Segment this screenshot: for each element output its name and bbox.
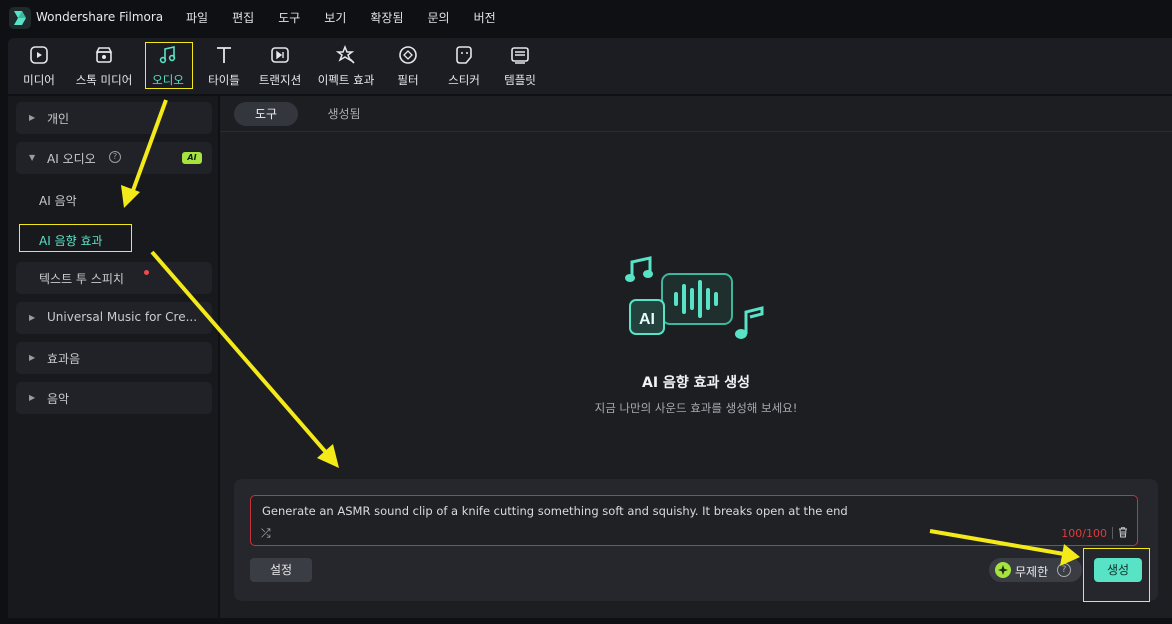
menu-extensions[interactable]: 확장됨	[370, 9, 403, 26]
new-indicator-dot	[144, 270, 149, 275]
generate-button[interactable]: 생성	[1094, 558, 1142, 582]
prompt-panel: Generate an ASMR sound clip of a knife c…	[234, 479, 1158, 601]
transition-icon	[271, 47, 289, 63]
help-icon[interactable]: ?	[109, 151, 121, 163]
menu-version[interactable]: 버전	[474, 9, 496, 26]
toolbar-titles[interactable]: 타이틀	[198, 40, 250, 90]
menu-view[interactable]: 보기	[324, 9, 346, 26]
menu-edit[interactable]: 편집	[232, 9, 254, 26]
toolbar-media[interactable]: 미디어	[10, 40, 68, 90]
audio-sidebar: ▶ 개인 ▼ AI 오디오 ? AI AI 음악 AI 음향 효과 텍스트 투 …	[8, 96, 218, 618]
filter-icon	[399, 46, 417, 64]
hero-title: AI 음향 효과 생성	[642, 375, 750, 391]
toolbar-templates[interactable]: 템플릿	[498, 40, 542, 90]
credit-plus-icon	[995, 562, 1011, 578]
media-icon	[30, 46, 48, 64]
tab-tools[interactable]: 도구	[234, 102, 298, 126]
trash-icon[interactable]	[1118, 527, 1128, 538]
sidebar-item-ai-audio[interactable]: ▼ AI 오디오 ? AI	[16, 142, 212, 174]
menu-bar: 파일 편집 도구 보기 확장됨 문의 버전	[186, 9, 520, 26]
chevron-right-icon: ▶	[29, 353, 36, 362]
toolbar-filters[interactable]: 필터	[388, 40, 428, 90]
sidebar-item-personal[interactable]: ▶ 개인	[16, 102, 212, 134]
toolbar-stock-media[interactable]: 스톡 미디어	[68, 40, 140, 90]
hero-ai-badge: AI	[639, 311, 655, 328]
chevron-down-icon: ▼	[29, 153, 36, 162]
toolbar-audio[interactable]: 오디오	[146, 40, 190, 90]
toolbar-transitions[interactable]: 트랜지션	[252, 40, 308, 90]
character-counter: 100/100	[1061, 527, 1107, 540]
filmora-logo-icon	[9, 7, 31, 29]
stock-media-icon	[95, 47, 113, 63]
menu-help[interactable]: 문의	[428, 9, 450, 26]
template-icon	[511, 47, 529, 64]
title-icon	[217, 47, 231, 63]
tab-generated[interactable]: 생성됨	[312, 102, 376, 126]
settings-button[interactable]: 설정	[250, 558, 312, 582]
title-bar: Wondershare Filmora 파일 편집 도구 보기 확장됨 문의 버…	[0, 0, 1172, 36]
toolbar-stickers[interactable]: 스티커	[442, 40, 486, 90]
sidebar-item-ai-music[interactable]: AI 음악	[39, 192, 77, 209]
sidebar-item-universal-music[interactable]: ▶ Universal Music for Cre...	[16, 302, 212, 334]
sidebar-item-tts[interactable]: 텍스트 투 스피치	[16, 262, 212, 294]
main-panel: 도구 생성됨 AI AI 음향 효과 생성 지금 나만의 사운드 효과를 생성해…	[220, 96, 1172, 618]
audio-icon	[159, 46, 176, 64]
ai-badge: AI	[182, 152, 202, 164]
toolbar-effects[interactable]: 이펙트 효과	[310, 40, 382, 90]
ai-sound-effect-illustration-icon: AI	[625, 256, 764, 339]
shuffle-icon[interactable]: ⤮	[261, 526, 271, 541]
tab-bar: 도구 생성됨	[220, 96, 1172, 132]
prompt-input[interactable]: Generate an ASMR sound clip of a knife c…	[250, 495, 1138, 546]
sidebar-item-sound-effects[interactable]: ▶ 효과음	[16, 342, 212, 374]
app-name: Wondershare Filmora	[36, 10, 164, 24]
hero-subtitle: 지금 나만의 사운드 효과를 생성해 보세요!	[594, 401, 798, 415]
effects-icon	[335, 44, 355, 64]
prompt-text[interactable]: Generate an ASMR sound clip of a knife c…	[262, 504, 848, 518]
help-icon[interactable]: ?	[1057, 563, 1071, 577]
media-toolbar: 미디어 스톡 미디어 오디오 타이틀 트랜지션 이펙트 효과 필터 스티커 템플…	[8, 38, 1172, 94]
menu-tools[interactable]: 도구	[278, 9, 300, 26]
chevron-right-icon: ▶	[29, 393, 36, 402]
sidebar-item-music[interactable]: ▶ 음악	[16, 382, 212, 414]
sticker-icon	[456, 46, 472, 64]
menu-file[interactable]: 파일	[186, 9, 208, 26]
unlimited-toggle[interactable]: 무제한 ?	[989, 558, 1082, 582]
chevron-right-icon: ▶	[29, 113, 36, 122]
chevron-right-icon: ▶	[29, 313, 36, 322]
counter-divider	[1112, 527, 1113, 539]
sidebar-item-ai-sfx[interactable]: AI 음향 효과	[39, 232, 103, 249]
